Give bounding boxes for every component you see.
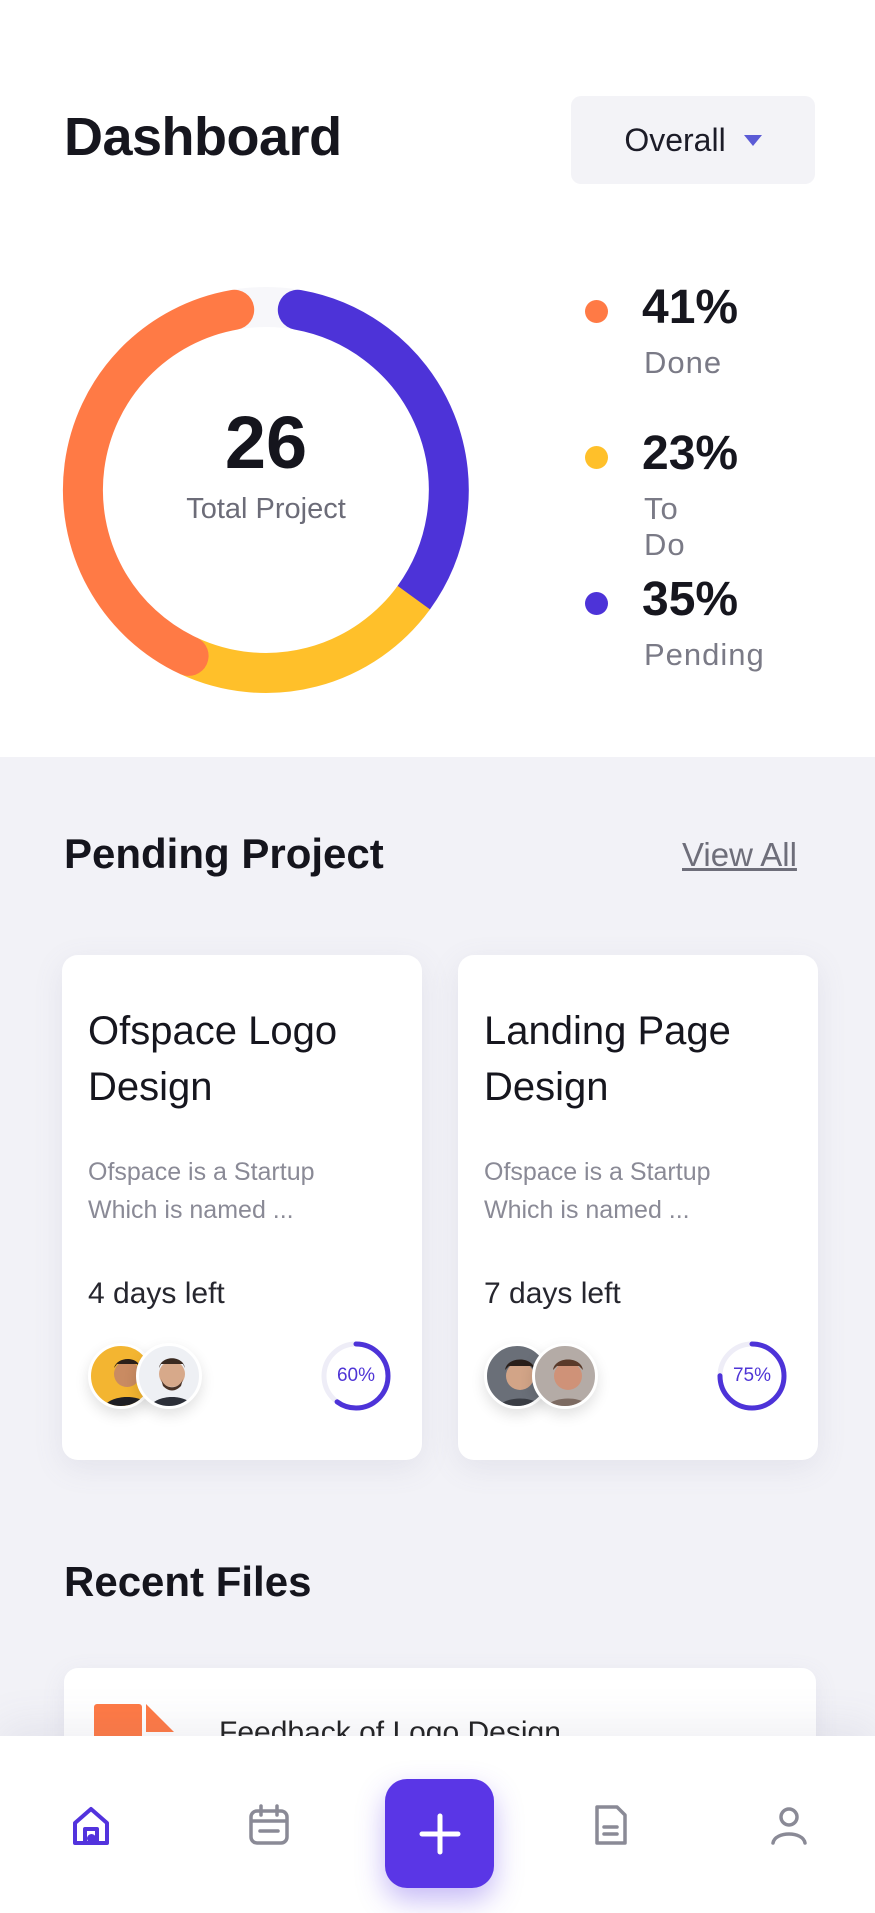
pending-color-dot xyxy=(585,592,608,615)
tab-calendar[interactable] xyxy=(224,1736,314,1913)
total-project-label: Total Project xyxy=(186,493,346,525)
caret-down-icon xyxy=(743,134,762,146)
tab-profile[interactable] xyxy=(744,1736,834,1913)
todo-color-dot xyxy=(585,446,608,469)
project-title: Ofspace Logo Design xyxy=(88,1009,338,1109)
profile-icon xyxy=(771,1806,807,1845)
pending-percent: 35% xyxy=(642,573,739,626)
avatar xyxy=(136,1343,202,1409)
project-description: Ofspace is a Startup Which is named ... xyxy=(88,1158,315,1224)
done-percent: 41% xyxy=(642,281,739,334)
tab-documents[interactable] xyxy=(566,1736,656,1913)
done-label: Done xyxy=(644,345,723,380)
tab-home[interactable] xyxy=(46,1736,136,1913)
calendar-icon xyxy=(249,1803,289,1845)
progress-percent: 75% xyxy=(732,1365,772,1386)
days-left: 7 days left xyxy=(484,1277,621,1310)
add-button[interactable] xyxy=(385,1779,494,1888)
team-avatars xyxy=(88,1343,208,1413)
total-project-count: 26 xyxy=(224,401,308,484)
days-left: 4 days left xyxy=(88,1277,225,1310)
plus-icon xyxy=(419,1813,460,1854)
overall-dropdown[interactable]: Overall xyxy=(571,96,815,184)
todo-label: To Do xyxy=(644,491,686,562)
dropdown-label: Overall xyxy=(624,121,726,158)
active-tab-indicator xyxy=(87,1834,96,1843)
project-card-landing-page[interactable]: Landing Page Design Ofspace is a Startup… xyxy=(458,955,818,1460)
avatar xyxy=(532,1343,598,1409)
done-color-dot xyxy=(585,300,608,323)
progress-percent: 60% xyxy=(336,1365,376,1386)
team-avatars xyxy=(484,1343,604,1413)
summary-panel: Dashboard Overall 26 Total Project 41% D… xyxy=(0,0,875,757)
document-icon xyxy=(595,1804,627,1845)
project-description: Ofspace is a Startup Which is named ... xyxy=(484,1158,711,1224)
donut-center: 26 Total Project xyxy=(56,400,476,526)
project-title: Landing Page Design xyxy=(484,1009,731,1109)
todo-percent: 23% xyxy=(642,427,739,480)
page-title: Dashboard xyxy=(64,107,342,167)
project-card-ofspace-logo[interactable]: Ofspace Logo Design Ofspace is a Startup… xyxy=(62,955,422,1460)
view-all-link[interactable]: View All xyxy=(682,836,797,874)
recent-files-heading: Recent Files xyxy=(64,1558,312,1605)
pending-project-heading: Pending Project xyxy=(64,830,384,877)
pending-label: Pending xyxy=(644,637,765,672)
